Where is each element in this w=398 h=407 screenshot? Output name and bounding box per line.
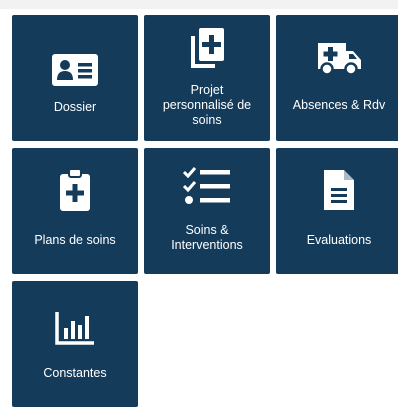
tile-label: Projet personnalisé de soins <box>162 83 252 127</box>
tile-label: Constantes <box>43 366 107 380</box>
checklist-icon <box>144 167 270 204</box>
tile-evaluations[interactable]: Evaluations <box>276 148 398 274</box>
tile-label: Soins & Interventions <box>171 223 243 252</box>
tile-label: Dossier <box>53 100 97 114</box>
clipboard-plus-icon <box>12 169 138 211</box>
menu-grid: Dossier Projet personnalisé de soins Abs… <box>12 15 398 407</box>
tile-projet-personnalise[interactable]: Projet personnalisé de soins <box>144 15 270 141</box>
tile-label: Absences & Rdv <box>292 98 386 112</box>
tile-dossier[interactable]: Dossier <box>12 15 138 141</box>
tile-absences-rdv[interactable]: Absences & Rdv <box>276 15 398 141</box>
tile-constantes[interactable]: Constantes <box>12 281 138 407</box>
tile-label: Evaluations <box>306 233 372 247</box>
tile-plans-de-soins[interactable]: Plans de soins <box>12 148 138 274</box>
tile-soins-interventions[interactable]: Soins & Interventions <box>144 148 270 274</box>
bar-chart-icon <box>12 312 138 345</box>
id-card-icon <box>12 54 138 86</box>
document-icon <box>276 170 398 210</box>
top-divider <box>0 0 398 9</box>
ambulance-icon <box>276 43 398 75</box>
copy-plus-icon <box>144 28 270 68</box>
tile-label: Plans de soins <box>34 233 116 247</box>
